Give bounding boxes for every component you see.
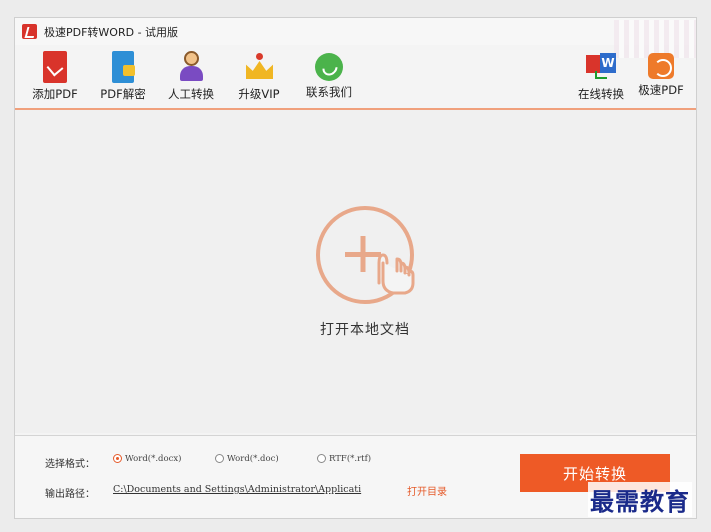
online-convert-icon: W <box>586 51 616 83</box>
radio-unselected-icon <box>215 454 224 463</box>
open-local-document-label[interactable]: 打开本地文档 <box>305 319 425 339</box>
contact-us-button[interactable]: 联系我们 <box>291 47 367 100</box>
manual-convert-button[interactable]: 人工转换 <box>153 47 229 102</box>
open-directory-link[interactable]: 打开目录 <box>407 483 447 498</box>
radio-selected-icon <box>113 454 122 463</box>
fast-pdf-label: 极速PDF <box>638 83 684 97</box>
format-rtf-label: RTF(*.rtf) <box>329 454 372 464</box>
pdf-decrypt-button[interactable]: PDF解密 <box>85 47 161 102</box>
add-pdf-button[interactable]: 添加PDF <box>17 47 93 102</box>
format-docx-label: Word(*.docx) <box>125 454 182 464</box>
plus-hand-icon <box>316 206 415 304</box>
wechat-icon <box>315 53 343 81</box>
fast-pdf-icon <box>648 53 674 79</box>
upgrade-vip-button[interactable]: 升级VIP <box>221 47 297 102</box>
window-title: 极速PDF转WORD - 试用版 <box>44 26 179 39</box>
format-docx-radio[interactable]: Word(*.docx) <box>113 454 181 464</box>
output-path-label: 输出路径： <box>45 489 95 500</box>
drop-area[interactable]: 打开本地文档 <box>15 110 696 433</box>
app-window: 极速PDF转WORD - 试用版 添加PDF PDF解密 人工转换 升级VIP … <box>14 17 697 519</box>
pdf-decrypt-label: PDF解密 <box>100 87 146 101</box>
fast-pdf-button[interactable]: 极速PDF <box>623 47 699 98</box>
manual-convert-label: 人工转换 <box>168 87 214 101</box>
pdf-decrypt-icon <box>112 51 135 83</box>
format-rtf-radio[interactable]: RTF(*.rtf) <box>317 454 371 464</box>
format-doc-radio[interactable]: Word(*.doc) <box>215 454 279 464</box>
format-label: 选择格式： <box>45 459 95 470</box>
crown-icon <box>244 51 274 83</box>
manual-convert-icon <box>176 51 206 83</box>
upgrade-vip-label: 升级VIP <box>238 87 280 101</box>
watermark: 最需教育 <box>588 482 692 517</box>
add-pdf-label: 添加PDF <box>32 87 78 101</box>
toolbar: 添加PDF PDF解密 人工转换 升级VIP 联系我们 W 在线转换 极速PDF <box>15 47 696 105</box>
output-path-field[interactable]: C:\Documents and Settings\Administrator\… <box>113 484 403 495</box>
radio-unselected-icon <box>317 454 326 463</box>
title-bar: 极速PDF转WORD - 试用版 <box>15 18 696 58</box>
app-logo-icon <box>22 24 37 39</box>
contact-us-label: 联系我们 <box>306 85 352 99</box>
add-pdf-icon <box>43 51 67 83</box>
open-local-document[interactable]: 打开本地文档 <box>305 203 425 343</box>
format-doc-label: Word(*.doc) <box>227 454 279 464</box>
